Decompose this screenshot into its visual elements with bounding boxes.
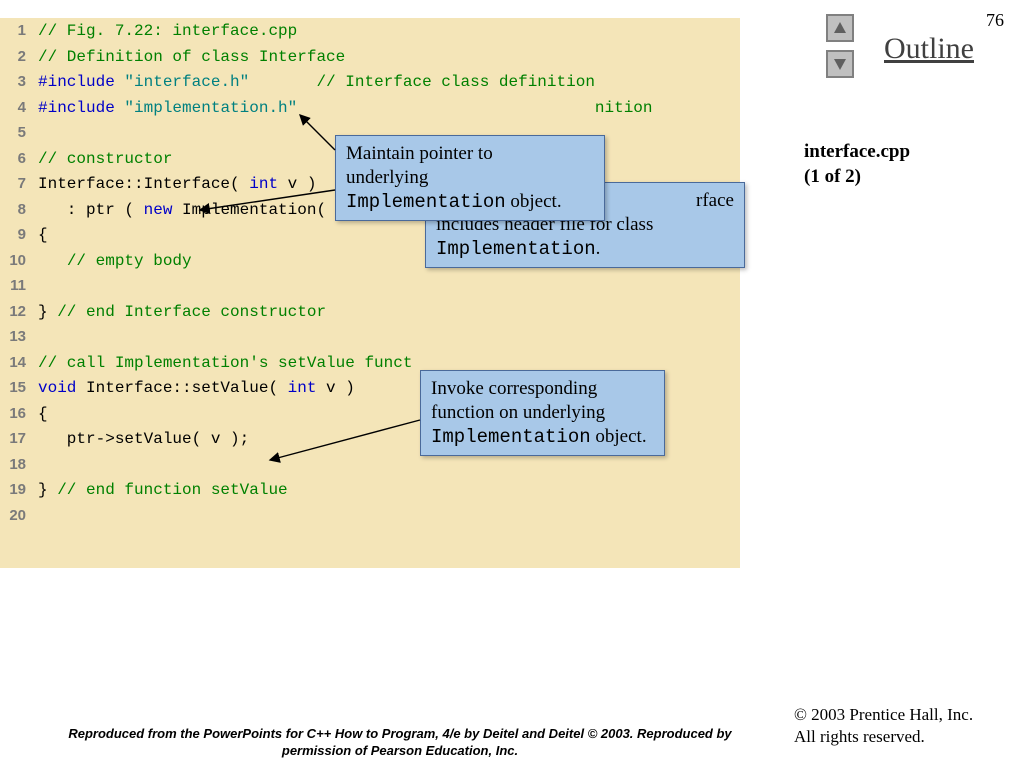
code-token: void	[38, 379, 76, 397]
page-number: 76	[986, 10, 1004, 31]
line-number: 5	[0, 124, 38, 141]
line-number: 11	[0, 277, 38, 294]
line-number: 8	[0, 201, 38, 218]
code-token: Interface::Interface(	[38, 175, 249, 193]
code-token	[249, 73, 316, 91]
callout3-line1: Invoke corresponding	[431, 377, 654, 401]
code-token: // empty body	[67, 252, 192, 270]
code-token: {	[38, 405, 57, 423]
code-token: }	[38, 481, 57, 499]
nav-down-button[interactable]	[826, 50, 854, 78]
code-panel: 1// Fig. 7.22: interface.cpp2// Definiti…	[0, 18, 740, 568]
file-part: (1 of 2)	[804, 165, 1004, 190]
code-token: v )	[316, 379, 354, 397]
code-line: 2// Definition of class Interface	[0, 48, 740, 74]
callout2-tail: .	[596, 238, 601, 259]
line-number: 15	[0, 379, 38, 396]
triangle-down-icon	[832, 56, 848, 72]
code-line: 12} // end Interface constructor	[0, 303, 740, 329]
code-token: #include	[38, 99, 115, 117]
code-token	[297, 99, 316, 117]
code-token: // Interface class definition	[316, 73, 594, 91]
callout1-line1: Maintain pointer to	[346, 142, 594, 166]
callout2-partial: rface	[696, 190, 734, 211]
copyright-line1: © 2003 Prentice Hall, Inc.	[794, 704, 1004, 726]
code-token: "interface.h"	[124, 73, 249, 91]
code-token: {	[38, 226, 57, 244]
file-indicator: interface.cpp (1 of 2)	[804, 140, 1004, 189]
callout3-line2: function on underlying	[431, 401, 654, 425]
code-line: 20	[0, 507, 740, 533]
code-token: int	[288, 379, 317, 397]
code-token: }	[38, 303, 57, 321]
code-token	[38, 252, 67, 270]
line-number: 1	[0, 22, 38, 39]
code-line: 19} // end function setValue	[0, 481, 740, 507]
line-number: 20	[0, 507, 38, 524]
code-token: : ptr (	[38, 201, 144, 219]
line-number: 16	[0, 405, 38, 422]
code-token: // end Interface constructor	[57, 303, 326, 321]
line-number: 17	[0, 430, 38, 447]
line-number: 12	[0, 303, 38, 320]
nav-up-button[interactable]	[826, 14, 854, 42]
line-number: 2	[0, 48, 38, 65]
line-number: 3	[0, 73, 38, 90]
triangle-up-icon	[832, 20, 848, 36]
line-number: 6	[0, 150, 38, 167]
code-token: // Definition of class Interface	[38, 48, 345, 66]
code-token: // call Implementation's setValue funct	[38, 354, 412, 372]
callout2-code: Implementation	[436, 238, 596, 260]
code-token: // Fig. 7.22: interface.cpp	[38, 22, 297, 40]
code-token: // end function setValue	[57, 481, 287, 499]
code-token: #include	[38, 73, 115, 91]
callout3-tail: object.	[591, 426, 647, 447]
line-number: 4	[0, 99, 38, 116]
footer-copyright: © 2003 Prentice Hall, Inc. All rights re…	[794, 704, 1004, 748]
code-token: Interface::setValue(	[76, 379, 287, 397]
callout-maintain-pointer: Maintain pointer to underlying Implement…	[335, 135, 605, 221]
code-line: 13	[0, 328, 740, 354]
code-token: nition	[316, 99, 652, 117]
code-token: "implementation.h"	[124, 99, 297, 117]
copyright-line2: All rights reserved.	[794, 726, 1004, 748]
code-token: new	[144, 201, 173, 219]
code-line: 3#include "interface.h" // Interface cla…	[0, 73, 740, 99]
callout1-line2: underlying	[346, 166, 594, 190]
code-line: 11	[0, 277, 740, 303]
line-number: 18	[0, 456, 38, 473]
code-token: // constructor	[38, 150, 172, 168]
line-number: 13	[0, 328, 38, 345]
line-number: 14	[0, 354, 38, 371]
code-line: 18	[0, 456, 740, 482]
footer-reproduction: Reproduced from the PowerPoints for C++ …	[60, 726, 740, 760]
callout1-code: Implementation	[346, 191, 506, 213]
callout1-tail: object.	[506, 191, 562, 212]
code-token: int	[249, 175, 278, 193]
callout-invoke-function: Invoke corresponding function on underly…	[420, 370, 665, 456]
line-number: 19	[0, 481, 38, 498]
callout3-code: Implementation	[431, 426, 591, 448]
line-number: 10	[0, 252, 38, 269]
file-name: interface.cpp	[804, 140, 1004, 165]
code-token: ptr->setValue( v );	[38, 430, 249, 448]
outline-heading: Outline	[884, 32, 974, 66]
code-line: 4#include "implementation.h" nition	[0, 99, 740, 125]
line-number: 9	[0, 226, 38, 243]
code-line: 1// Fig. 7.22: interface.cpp	[0, 22, 740, 48]
line-number: 7	[0, 175, 38, 192]
code-token	[115, 99, 125, 117]
code-token	[115, 73, 125, 91]
